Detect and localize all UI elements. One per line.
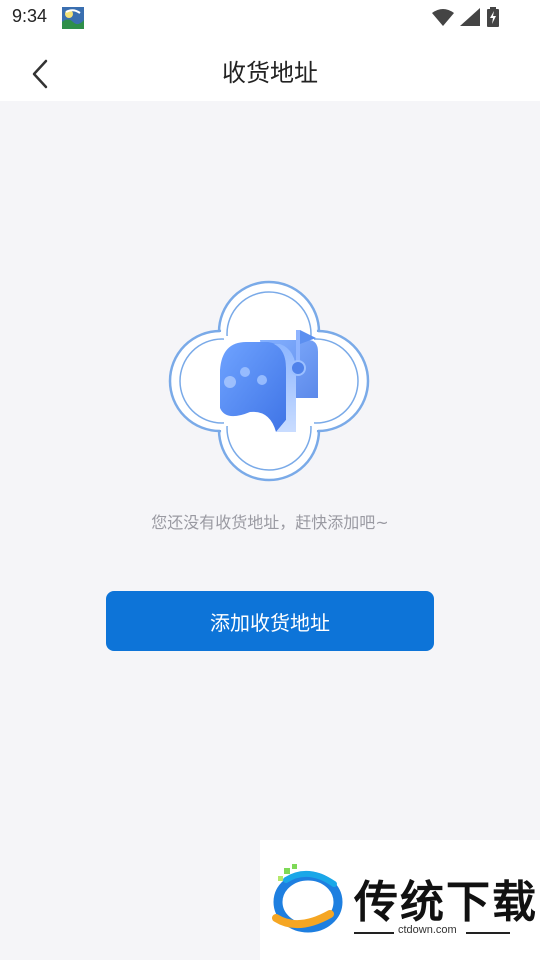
status-bar: 9:34 <box>0 0 540 36</box>
status-time: 9:34 <box>12 6 48 26</box>
app-notification-icon <box>62 7 84 33</box>
signal-icon <box>460 8 480 30</box>
page-title: 收货地址 <box>222 59 318 87</box>
empty-state-message: 您还没有收货地址，赶快添加吧~ <box>151 513 389 532</box>
nav-bar: 收货地址 <box>0 36 540 101</box>
watermark-divider-right <box>466 932 510 934</box>
watermark-title: 传统下载 <box>354 877 538 928</box>
wifi-icon <box>432 8 454 30</box>
add-address-button[interactable]: 添加收货地址 <box>106 591 434 651</box>
watermark: 传统下载 ctdown.com <box>260 840 540 960</box>
add-address-button-label: 添加收货地址 <box>210 610 330 635</box>
watermark-divider-left <box>354 932 394 934</box>
empty-state-illustration <box>168 280 370 482</box>
site-logo-icon <box>268 862 346 938</box>
battery-charging-icon <box>486 7 500 31</box>
status-icons <box>432 7 500 31</box>
watermark-url: ctdown.com <box>398 924 457 936</box>
